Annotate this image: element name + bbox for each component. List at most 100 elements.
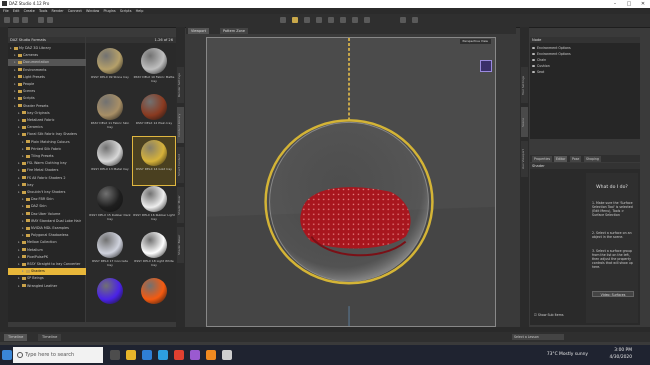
- show-sub-items-checkbox[interactable]: ☑ Show Sub Items: [534, 313, 564, 317]
- tab-pose[interactable]: Pose: [570, 156, 582, 162]
- tab-timeline-2[interactable]: Timeline: [38, 334, 62, 341]
- tree-item[interactable]: ▸ People: [8, 81, 91, 88]
- shader-search[interactable]: Shader: [530, 163, 640, 169]
- tree-item[interactable]: ▸ FS All Fabric Shaders 2: [8, 175, 95, 182]
- content-tile[interactable]: RSSY DELX 17 Concrete Iray: [89, 229, 131, 277]
- tree-item[interactable]: ▸ Iray: [8, 182, 95, 189]
- redo-icon[interactable]: [47, 17, 53, 23]
- tree-item[interactable]: ▸ Metallum: [8, 247, 95, 254]
- tab-editor[interactable]: Editor: [554, 156, 568, 162]
- taskbar-search[interactable]: Type here to search: [13, 347, 103, 363]
- daz-studio-taskbar-icon[interactable]: [222, 350, 232, 360]
- clock-date[interactable]: 4/30/2020: [609, 355, 632, 360]
- tree-item[interactable]: ▸ Iray Originals: [8, 110, 95, 117]
- app-icon-purple[interactable]: [190, 350, 200, 360]
- vtab-shader-baker[interactable]: Shader Baker: [177, 227, 184, 263]
- chrome-icon[interactable]: [174, 350, 184, 360]
- content-tile[interactable]: RSSY DELX 09 Stone Iray: [89, 45, 131, 93]
- tree-item[interactable]: ▸ PixelPulsePK: [8, 254, 95, 261]
- tree-item[interactable]: ▸ RSSY Straight to Iray Converter: [8, 261, 95, 268]
- tab-viewport[interactable]: Viewport: [188, 28, 209, 34]
- clock-time[interactable]: 3:00 PM: [614, 348, 632, 353]
- tree-item[interactable]: ▸ Metalized Fabric: [8, 117, 95, 124]
- content-tile[interactable]: RSSY DELX 15 Rubber Dark Iray: [89, 183, 131, 231]
- title-bar: DAZ Studio 4.12 Pro – □ ✕: [0, 0, 650, 8]
- tree-item[interactable]: ▸ Scripts: [8, 95, 91, 102]
- close-icon[interactable]: ✕: [636, 0, 650, 8]
- vtab-scene[interactable]: Scene: [521, 107, 528, 137]
- vtab-tool-settings[interactable]: Tool Settings: [521, 67, 528, 103]
- scale-tool-icon[interactable]: [328, 17, 334, 23]
- tree-item[interactable]: ▸ Shouldn't Iray Shaders: [8, 189, 95, 196]
- tree-item[interactable]: ▸ Documentation: [8, 59, 91, 67]
- iray-preview-icon[interactable]: [412, 17, 418, 23]
- vtab-shader-mixer[interactable]: Shader Mixer: [177, 187, 184, 223]
- windows-start-icon[interactable]: [2, 350, 12, 360]
- video-surfaces-button[interactable]: Video: Surfaces: [592, 291, 634, 297]
- select-tool-icon[interactable]: [280, 17, 286, 23]
- content-tile[interactable]: RSSY DELX 14 Gold Iray: [132, 136, 176, 186]
- help-title: What do I do?: [596, 185, 628, 190]
- content-tile[interactable]: [89, 275, 131, 323]
- tree-item[interactable]: ▸ Cameras: [8, 52, 91, 59]
- maximize-icon[interactable]: □: [622, 0, 636, 8]
- tree-item[interactable]: ▸ Scenes: [8, 88, 91, 95]
- save-icon[interactable]: [22, 17, 28, 23]
- surface-selection-icon[interactable]: [364, 17, 370, 23]
- task-view-icon[interactable]: [110, 350, 120, 360]
- tree-item[interactable]: ▸ SP Beings: [8, 275, 95, 282]
- tree-item[interactable]: ▸ Environments: [8, 67, 91, 74]
- content-tile[interactable]: RSSY DELX 10 Fabric Matte Iray: [133, 45, 175, 93]
- mail-icon[interactable]: [142, 350, 152, 360]
- navigation-cube-icon[interactable]: [480, 60, 492, 72]
- tab-timeline[interactable]: Timeline: [4, 334, 28, 341]
- app-icon-orange[interactable]: [206, 350, 216, 360]
- eye-icon[interactable]: [532, 71, 535, 73]
- translate-tool-icon[interactable]: [316, 17, 322, 23]
- scene-item[interactable]: Seat: [532, 69, 544, 75]
- tree-item[interactable]: ▸ Fire Metal Shaders: [8, 167, 95, 174]
- tree-item[interactable]: ▸ Shader Presets: [8, 103, 91, 110]
- tab-pattern-zone[interactable]: Pattern Zone: [220, 28, 248, 34]
- tree-item[interactable]: ▸ Mellow Collection: [8, 239, 95, 246]
- content-tile[interactable]: [133, 275, 175, 323]
- universal-tool-icon[interactable]: [292, 17, 298, 23]
- vtab-render-settings[interactable]: Render Settings: [177, 67, 184, 103]
- parameter-tabs: Properties Editor Pose Shaping: [530, 155, 640, 162]
- file-explorer-icon[interactable]: [126, 350, 136, 360]
- tab-shaping[interactable]: Shaping: [584, 156, 601, 162]
- tree-item[interactable]: ▸ FSL Warm Clothing Iray: [8, 160, 95, 167]
- tree-item-label: PixelPulsePK: [27, 254, 49, 259]
- pose-tool-icon[interactable]: [340, 17, 346, 23]
- eye-icon[interactable]: [532, 53, 535, 55]
- vtab-content-library[interactable]: Content Library: [177, 107, 184, 143]
- vtab-aux-viewport[interactable]: Aux Viewport: [521, 141, 528, 177]
- camera-select[interactable]: Perspective View: [459, 39, 491, 44]
- vtab-smart-content[interactable]: Smart Content: [177, 147, 184, 183]
- weather[interactable]: 73°C Mostly sunny: [547, 352, 588, 357]
- open-icon[interactable]: [13, 17, 19, 23]
- content-tile[interactable]: RSSY DELX 16 Rubber Light Iray: [133, 183, 175, 231]
- eye-icon[interactable]: [532, 59, 535, 61]
- render-icon[interactable]: [400, 17, 406, 23]
- tab-properties[interactable]: Properties: [532, 156, 553, 162]
- eye-icon[interactable]: [532, 65, 535, 67]
- tree-item[interactable]: ▸ Floral Silk Fabric Iray Shaders: [8, 131, 95, 138]
- store-icon[interactable]: [158, 350, 168, 360]
- content-tile[interactable]: RSSY DELX 12 Plain Iray: [133, 91, 175, 139]
- geometry-editor-icon[interactable]: [352, 17, 358, 23]
- undo-icon[interactable]: [38, 17, 44, 23]
- content-tile[interactable]: RSSY DELX 18 Light White Iray: [133, 229, 175, 277]
- 3d-viewport[interactable]: Perspective View: [206, 37, 496, 327]
- new-scene-icon[interactable]: [4, 17, 10, 23]
- lesson-select[interactable]: Select a Lesson: [512, 334, 564, 340]
- tree-item[interactable]: ▸ Light Presets: [8, 74, 91, 81]
- tree-item[interactable]: ▸ Ceramics: [8, 124, 95, 131]
- content-tile[interactable]: RSSY DELX 11 Fabric Skin Iray: [89, 91, 131, 139]
- minimize-icon[interactable]: –: [608, 0, 622, 8]
- tree-item[interactable]: ▸ My DAZ 3D Library: [8, 45, 87, 52]
- content-tile[interactable]: RSSY DELX 13 Metal Iray: [89, 137, 131, 185]
- eye-icon[interactable]: [532, 47, 535, 49]
- rotate-tool-icon[interactable]: [304, 17, 310, 23]
- tree-item[interactable]: ▸ Wrangled Leather: [8, 283, 95, 290]
